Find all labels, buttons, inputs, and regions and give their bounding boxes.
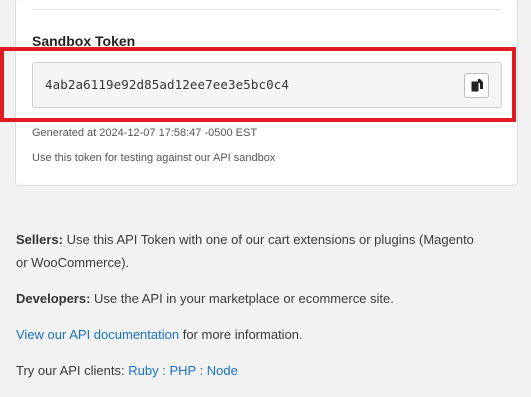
client-separator: : (195, 363, 207, 378)
token-note: Use this token for testing against our A… (32, 152, 276, 164)
developers-label: Developers: (16, 291, 91, 306)
developers-paragraph: Developers: Use the API in your marketpl… (16, 287, 394, 310)
node-client-link[interactable]: Node (207, 363, 238, 378)
divider (32, 9, 501, 10)
clients-paragraph: Try our API clients: Ruby : PHP : Node (16, 359, 238, 382)
php-client-link[interactable]: PHP (169, 363, 196, 378)
highlight-box (0, 47, 516, 122)
generated-timestamp: Generated at 2024-12-07 17:58:47 -0500 E… (32, 127, 258, 139)
sellers-label: Sellers: (16, 232, 63, 247)
docs-paragraph: View our API documentation for more info… (16, 323, 303, 346)
api-docs-link[interactable]: View our API documentation (16, 327, 179, 342)
docs-suffix: for more information. (179, 327, 303, 342)
clients-prefix: Try our API clients: (16, 363, 129, 378)
sellers-text-line1: Use this API Token with one of our cart … (62, 232, 474, 247)
ruby-client-link[interactable]: Ruby (128, 363, 158, 378)
sellers-text-line2: or WooCommerce). (16, 255, 130, 270)
client-separator: : (158, 363, 170, 378)
sellers-paragraph: Sellers: Use this API Token with one of … (16, 228, 474, 274)
developers-text: Use the API in your marketplace or ecomm… (90, 291, 394, 306)
